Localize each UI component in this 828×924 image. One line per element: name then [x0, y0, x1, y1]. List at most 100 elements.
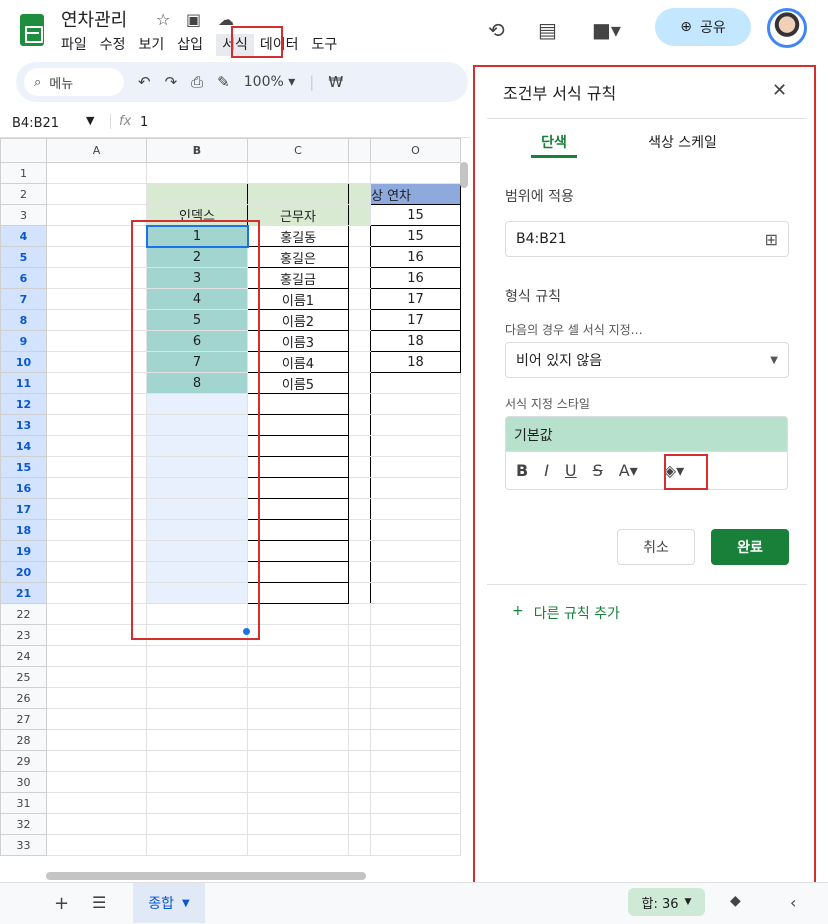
cell[interactable] [370, 498, 461, 520]
currency-button[interactable]: ₩ [328, 73, 343, 91]
worker-cell[interactable]: 이름3 [247, 330, 349, 352]
menu-search[interactable]: ⌕ 메뉴 [24, 68, 124, 96]
cell[interactable] [247, 645, 349, 667]
sum-indicator[interactable]: 합: 36 ▼ [628, 888, 705, 916]
cell[interactable] [348, 477, 371, 499]
cell[interactable] [146, 645, 248, 667]
cell[interactable] [46, 813, 147, 835]
row-header[interactable]: 18 [0, 519, 47, 541]
cell[interactable] [348, 288, 371, 310]
paint-format-icon[interactable]: ✎ [217, 73, 230, 91]
cell[interactable] [247, 183, 349, 205]
cell[interactable] [46, 708, 147, 730]
cell[interactable] [247, 393, 349, 415]
worker-cell[interactable]: 이름2 [247, 309, 349, 331]
cell[interactable] [348, 582, 371, 604]
cell[interactable] [370, 582, 461, 604]
cell[interactable] [348, 603, 371, 625]
cell[interactable] [370, 540, 461, 562]
cell[interactable] [46, 666, 147, 688]
cell[interactable] [348, 750, 371, 772]
cell[interactable] [348, 666, 371, 688]
cell[interactable] [370, 603, 461, 625]
formula-input[interactable]: 1 [140, 115, 148, 130]
add-sheet-icon[interactable]: + [54, 893, 69, 914]
cell[interactable] [146, 792, 248, 814]
cell[interactable] [146, 183, 248, 205]
comment-icon[interactable]: ▤ [538, 18, 557, 42]
row-header[interactable]: 3 [0, 204, 47, 226]
menu-file[interactable]: 파일 [61, 34, 94, 56]
sheet-tab[interactable]: 종합 ▼ [133, 883, 205, 923]
cell[interactable] [247, 414, 349, 436]
cell[interactable] [370, 708, 461, 730]
cell[interactable] [370, 414, 461, 436]
column-header-hidden[interactable] [348, 138, 371, 163]
cell[interactable] [146, 666, 248, 688]
cell[interactable] [247, 687, 349, 709]
worker-cell[interactable]: 이름4 [247, 351, 349, 373]
column-header[interactable]: A [46, 138, 147, 163]
row-header[interactable]: 21 [0, 582, 47, 604]
cell[interactable] [348, 540, 371, 562]
cell[interactable] [247, 456, 349, 478]
cell[interactable] [370, 834, 461, 856]
cell[interactable] [348, 393, 371, 415]
cell[interactable] [370, 162, 461, 184]
all-sheets-icon[interactable]: ☰ [92, 893, 106, 912]
row-header[interactable]: 32 [0, 813, 47, 835]
cell[interactable] [348, 435, 371, 457]
collapse-icon[interactable]: ‹ [790, 893, 796, 912]
worker-cell[interactable]: 이름1 [247, 288, 349, 310]
star-icon[interactable]: ☆ [156, 10, 170, 29]
cell[interactable] [46, 645, 147, 667]
row-header[interactable]: 8 [0, 309, 47, 331]
cell[interactable] [348, 225, 371, 247]
leave-value[interactable]: 16 [370, 267, 461, 289]
cell[interactable] [348, 309, 371, 331]
cell[interactable] [46, 729, 147, 751]
cell[interactable] [348, 561, 371, 583]
share-button[interactable]: ⊕ 공유 [655, 8, 751, 46]
cell[interactable] [247, 771, 349, 793]
cell[interactable] [247, 792, 349, 814]
cell[interactable] [348, 204, 371, 226]
cell[interactable] [146, 162, 248, 184]
row-header[interactable]: 10 [0, 351, 47, 373]
cell[interactable] [247, 498, 349, 520]
cell[interactable] [370, 435, 461, 457]
move-folder-icon[interactable]: ▣ [186, 10, 201, 29]
cell[interactable] [46, 183, 147, 205]
cell[interactable] [348, 162, 371, 184]
row-header[interactable]: 13 [0, 414, 47, 436]
cell[interactable] [348, 519, 371, 541]
row-header[interactable]: 28 [0, 729, 47, 751]
cell[interactable] [247, 435, 349, 457]
column-header[interactable]: B [146, 138, 248, 163]
leave-value[interactable]: 18 [370, 351, 461, 373]
cell[interactable] [247, 813, 349, 835]
cell[interactable] [370, 393, 461, 415]
cell[interactable] [348, 687, 371, 709]
leave-value[interactable]: 17 [370, 309, 461, 331]
leave-value[interactable]: 15 [370, 204, 461, 226]
row-header[interactable]: 29 [0, 750, 47, 772]
cell[interactable] [46, 834, 147, 856]
row-header[interactable]: 26 [0, 687, 47, 709]
cell[interactable] [348, 645, 371, 667]
name-box[interactable]: B4:B21 [12, 116, 59, 131]
grid-corner[interactable] [0, 138, 47, 163]
cell[interactable] [247, 519, 349, 541]
sheets-logo[interactable] [20, 14, 44, 46]
cell[interactable] [348, 414, 371, 436]
horizontal-scrollbar[interactable] [46, 872, 366, 880]
row-header[interactable]: 15 [0, 456, 47, 478]
cell[interactable] [370, 729, 461, 751]
cell[interactable] [348, 267, 371, 289]
worker-cell[interactable]: 홍길동 [247, 225, 349, 247]
cell[interactable] [348, 729, 371, 751]
cell[interactable] [370, 561, 461, 583]
row-header[interactable]: 5 [0, 246, 47, 268]
cell[interactable] [348, 624, 371, 646]
document-title[interactable]: 연차관리 [61, 6, 127, 32]
